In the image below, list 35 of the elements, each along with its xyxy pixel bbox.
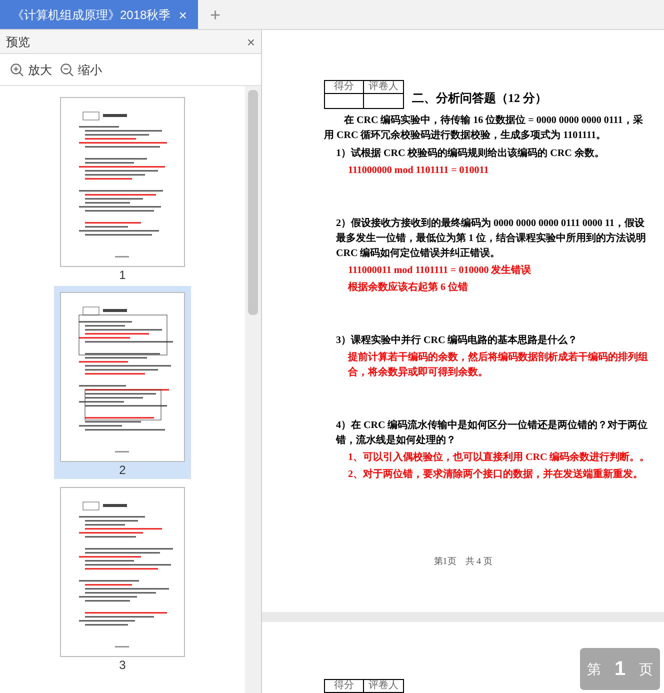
zoom-in-button[interactable]: 放大 [10, 60, 52, 78]
zoom-out-icon [60, 62, 74, 76]
answer-text: 111000000 mod 1101111 = 010011 [347, 164, 490, 178]
page-footer: 第1页 共 4 页 [434, 556, 492, 566]
section-heading: 二、分析问答题（12 分） [412, 90, 547, 107]
page-number: 3 [119, 658, 126, 672]
paragraph: 在 CRC 编码实验中，待传输 16 位数据位 = 0000 0000 0000 0111，采用 CRC 循环冗余校验码进行数据校验，生成多项式为 1101111。 [324, 113, 644, 143]
zoom-in-icon [10, 62, 24, 76]
zoom-out-button[interactable]: 缩小 [60, 60, 102, 78]
document-tab[interactable]: 《计算机组成原理》2018秋季 × [0, 0, 198, 29]
answer-text: 根据余数应该右起第 6 位错 [346, 280, 469, 295]
page-number: 1 [119, 268, 126, 282]
question-text: 2）假设接收方接收到的最终编码为 0000 0000 0000 0111 0000 11，假设最多发生一位错，最低位为第 1 位，结合课程实验中所用到的方法说明 CRC 编码如何定位错误并纠正错误。 [335, 216, 647, 261]
answer-text: 111000011 mod 1101111 = 010000 发生错误 [347, 264, 532, 278]
page-indicator-label: 页 [639, 660, 653, 678]
panel-title: 预览 [6, 34, 30, 50]
table-header: 评卷人 [364, 680, 403, 693]
table-header: 评卷人 [364, 81, 403, 94]
question-text: 3）课程实验中并行 CRC 编码电路的基本思路是什么？ [335, 333, 579, 348]
table-header: 得分 [325, 81, 364, 94]
page-thumbnail[interactable]: 2 [54, 286, 191, 479]
page-thumbnail[interactable]: 1 [54, 91, 191, 284]
answer-text: 1、可以引入偶校验位，也可以直接利用 CRC 编码余数进行判断。。 [347, 450, 651, 465]
page-thumbnail[interactable]: 3 [54, 481, 191, 674]
answer-text: 提前计算若干编码的余数，然后将编码数据剖析成若干编码的排列组合，将余数异或即可得到余数。 [346, 350, 649, 380]
question-text: 4）在 CRC 编码流水传输中是如何区分一位错还是两位错的？对于两位错，流水线是如何处理的？ [334, 418, 649, 448]
page-indicator-label: 第 [587, 660, 601, 678]
question-text: 1）试根据 CRC 校验码的编码规则给出该编码的 CRC 余数。 [335, 146, 606, 161]
page-indicator-number: 1 [614, 657, 626, 682]
table-header: 得分 [325, 680, 364, 693]
close-icon[interactable]: × [178, 8, 187, 22]
scrollbar-thumb[interactable] [248, 90, 258, 315]
answer-text: 2、对于两位错，要求清除两个接口的数据，并在发送端重新重发。 [347, 467, 644, 482]
close-icon[interactable]: × [246, 34, 255, 48]
page-number: 2 [119, 463, 126, 477]
